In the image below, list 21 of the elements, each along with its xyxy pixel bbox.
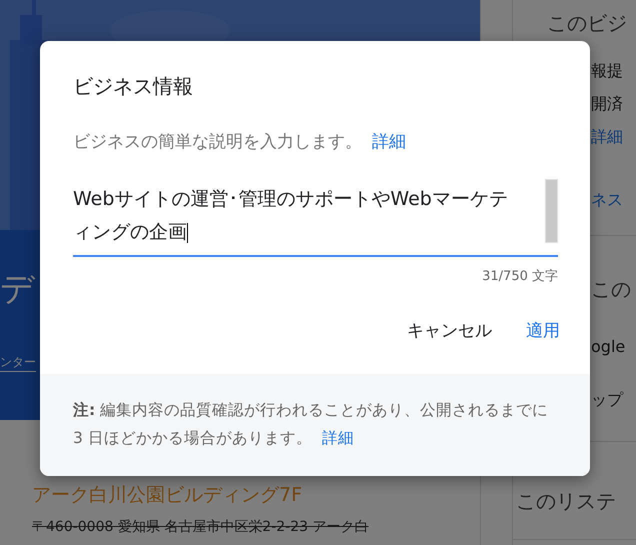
- details-link[interactable]: 詳細: [372, 132, 406, 152]
- apply-button[interactable]: 適用: [514, 309, 572, 352]
- section-text: 報提: [590, 61, 624, 82]
- section-heading: このビジ: [547, 10, 628, 37]
- note-text: 注: 編集内容の品質確認が行われることがあり、公開されるまでに 3 日ほどかかる場合があります。 詳細: [73, 400, 550, 449]
- dialog-title: ビジネス情報: [73, 73, 194, 100]
- business-name: アーク白川公園ビルディング7F: [32, 483, 304, 508]
- description-field[interactable]: Webサイトの運営･管理のサポートやWebマーケティングの企画: [73, 183, 558, 257]
- address-line: 〒460-0008 愛知県 名古屋市中区栄2-2-23 アーク白: [32, 518, 370, 536]
- section-heading: このリステ: [516, 488, 617, 515]
- scrollbar[interactable]: [545, 179, 558, 243]
- section-text: ogle: [590, 337, 626, 356]
- details-link[interactable]: 詳細: [322, 429, 354, 447]
- section-heading: この: [590, 276, 632, 303]
- section-text: ップ: [590, 390, 624, 411]
- banner-heading: デ: [0, 272, 35, 306]
- banner-subheading: ンター: [0, 354, 36, 372]
- character-counter: 31/750 文字: [482, 268, 558, 285]
- description-text: ビジネスの簡単な説明を入力します。 詳細: [73, 131, 407, 153]
- cancel-button[interactable]: キャンセル: [395, 309, 504, 352]
- section-text: 開済: [590, 94, 624, 115]
